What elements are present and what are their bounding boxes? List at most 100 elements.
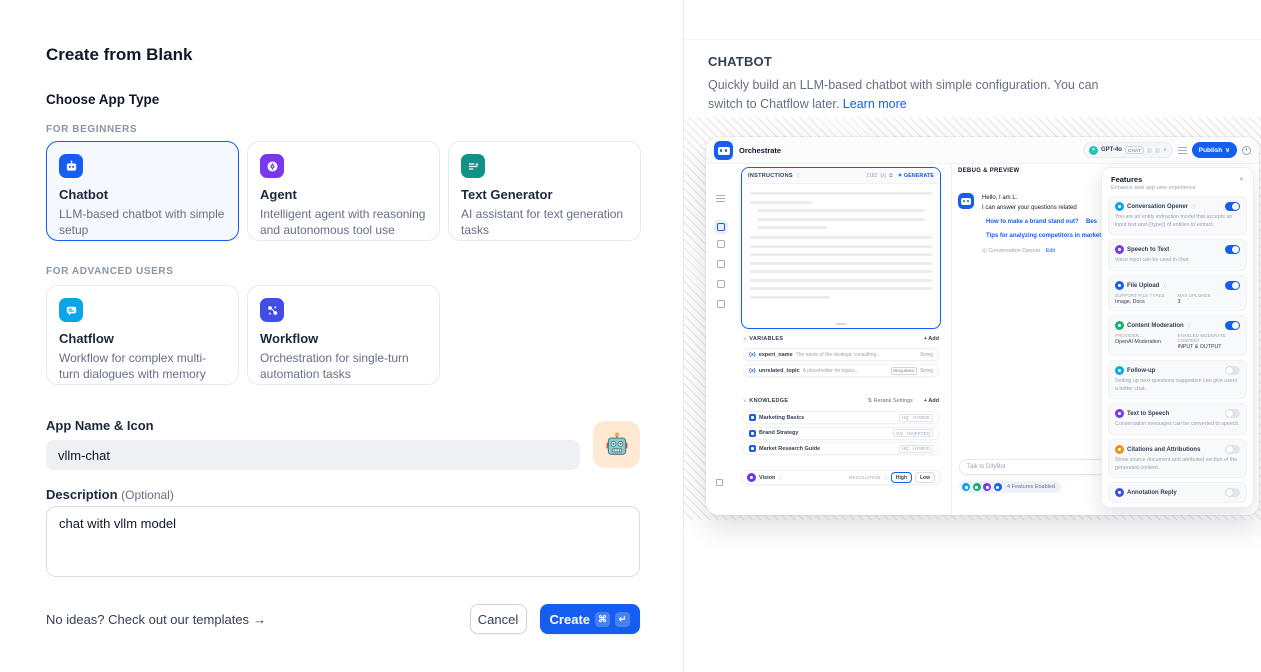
card-title: Text Generator <box>461 187 628 202</box>
app-type-card-chatbot[interactable]: Chatbot LLM-based chatbot with simple se… <box>46 141 239 241</box>
feature-toggle <box>1225 321 1240 330</box>
add-variable-button: + Add <box>924 336 939 342</box>
advanced-cards-row: Chatflow Workflow for complex multi-turn… <box>46 285 440 385</box>
debug-preview-label: DEBUG & PREVIEW <box>958 168 1020 174</box>
card-desc: Intelligent agent with reasoning and aut… <box>260 206 427 238</box>
feature-chip-icon <box>973 483 981 491</box>
panel-top-band <box>684 0 1261 40</box>
feature-item: Citations and AttributionsShow source do… <box>1108 439 1247 478</box>
chevron-down-icon: ∨ <box>743 336 746 342</box>
bot-avatar <box>958 193 974 209</box>
column-divider <box>951 164 952 515</box>
learn-more-link[interactable]: Learn more <box>843 97 907 111</box>
mini-publish-button: Publish∨ <box>1192 142 1237 158</box>
mic-icon <box>1147 148 1152 153</box>
variable-icon: {x} <box>880 173 886 179</box>
feature-chip-icon <box>983 483 991 491</box>
mini-app-icon <box>714 141 733 160</box>
app-type-card-chatflow[interactable]: Chatflow Workflow for complex multi-turn… <box>46 285 239 385</box>
app-type-card-agent[interactable]: Agent Intelligent agent with reasoning a… <box>247 141 440 241</box>
skeleton-line <box>750 279 932 282</box>
app-name-label: App Name & Icon <box>46 418 154 433</box>
mini-header: Orchestrate ✦ GPT-4o CHAT ∨ Publish∨ <box>706 137 1259 164</box>
create-button[interactable]: Create ⌘ ↵ <box>540 604 640 634</box>
variable-row: {x}unrelated_topicA placeholder for topi… <box>743 364 939 377</box>
robot-emoji-icon <box>603 431 631 459</box>
skeleton-line <box>758 209 925 212</box>
knowledge-row: Marketing BasicsHQ · HYBRID <box>743 411 939 424</box>
description-label: Description (Optional) <box>46 487 174 502</box>
feature-item: Follow-upSetting up next questions sugge… <box>1108 360 1247 399</box>
card-title: Workflow <box>260 331 427 346</box>
feature-chip-icon <box>994 483 1002 491</box>
features-subtitle: Enhance web app user experience <box>1102 185 1253 196</box>
workflow-icon <box>260 298 284 322</box>
image-icon <box>717 240 725 248</box>
suggested-question: How to make a brand stand out? <box>986 219 1079 225</box>
chatbot-preview-graphic: Orchestrate ✦ GPT-4o CHAT ∨ Publish∨ <box>706 137 1259 515</box>
knowledge-row: Brand StrategyHQ · INVERTED <box>743 427 939 440</box>
feature-item: File UploadⓘSUPPORT FILE TYPESImage, Doc… <box>1108 275 1247 311</box>
feature-toggle <box>1225 245 1240 254</box>
vision-icon <box>747 473 756 482</box>
vision-row: Vision ⓘ RESOLUTION ⓘ High Low <box>741 470 941 485</box>
chevron-down-icon: ∨ <box>743 398 746 404</box>
skeleton-line <box>750 270 932 273</box>
instructions-panel: INSTRUCTIONS ⓘ 2182 {x} ⧉ ✦ GENERATE <box>741 167 941 329</box>
feature-toggle <box>1225 202 1240 211</box>
eye-icon <box>1155 148 1160 153</box>
variables-header: ∨ VARIABLES + Add <box>743 336 939 342</box>
instructions-skeleton <box>742 184 940 299</box>
feature-toggle <box>1225 409 1240 418</box>
info-icon: ⓘ <box>796 173 801 179</box>
card-desc: LLM-based chatbot with simple setup <box>59 206 226 238</box>
app-type-card-text-generator[interactable]: Text Generator AI assistant for text gen… <box>448 141 641 241</box>
feature-icon <box>1115 202 1124 211</box>
feature-item: Text to SpeechConversation messages can … <box>1108 403 1247 435</box>
chatflow-icon <box>59 298 83 322</box>
sidebar-active-icon <box>714 220 728 234</box>
feature-icon <box>1115 445 1124 454</box>
card-desc: AI assistant for text generation tasks <box>461 206 628 238</box>
text-generator-icon <box>461 154 485 178</box>
bot-message: I can answer your questions related <box>982 205 1077 211</box>
app-name-input[interactable] <box>46 440 580 470</box>
cmd-key-icon: ⌘ <box>595 612 610 627</box>
info-icon: ⓘ <box>883 475 888 481</box>
resolution-low-chip: Low <box>915 472 935 483</box>
description-textarea[interactable] <box>46 506 640 577</box>
history-icon <box>1242 146 1251 155</box>
close-icon: ✕ <box>1239 176 1244 183</box>
model-provider-icon: ✦ <box>1089 146 1098 155</box>
app-icon-picker[interactable] <box>593 421 640 468</box>
for-beginners-label: FOR BEGINNERS <box>46 124 137 135</box>
info-icon: ⓘ <box>1162 283 1167 289</box>
skeleton-line <box>750 296 830 299</box>
document-icon <box>749 445 756 452</box>
app-type-card-workflow[interactable]: Workflow Orchestration for single-turn a… <box>247 285 440 385</box>
enter-key-icon: ↵ <box>615 612 630 627</box>
note-icon <box>717 280 725 288</box>
skeleton-line <box>750 245 932 248</box>
preview-description: Quickly build an LLM-based chatbot with … <box>708 76 1116 114</box>
feature-item: Annotation Reply <box>1108 482 1247 503</box>
rerank-settings-button: ⇅ Rerank Settings <box>867 398 912 404</box>
add-knowledge-button: + Add <box>924 398 939 404</box>
info-icon: ⓘ <box>778 475 783 481</box>
variable-row: {x}expert_nameThe name of the strategic … <box>743 348 939 361</box>
document-icon <box>749 430 756 437</box>
mini-sidebar <box>706 164 736 515</box>
chatbot-icon <box>59 154 83 178</box>
for-advanced-users-label: FOR ADVANCED USERS <box>46 266 173 277</box>
cancel-button[interactable]: Cancel <box>470 604 527 634</box>
feature-chip-icon <box>962 483 970 491</box>
feature-icon <box>1115 281 1124 290</box>
mini-checkbox <box>716 479 723 486</box>
templates-link[interactable]: No ideas? Check out our templates→ <box>46 612 266 627</box>
features-enabled-chips: 4 Features Enabled <box>959 481 1061 493</box>
feature-toggle <box>1225 488 1240 497</box>
conversation-opener-row: ◎ Conversation OpenerEdit <box>982 248 1055 254</box>
feature-icon <box>1115 409 1124 418</box>
skeleton-line <box>750 253 932 256</box>
feature-item: Speech to TextVoice input can be used in… <box>1108 239 1247 271</box>
